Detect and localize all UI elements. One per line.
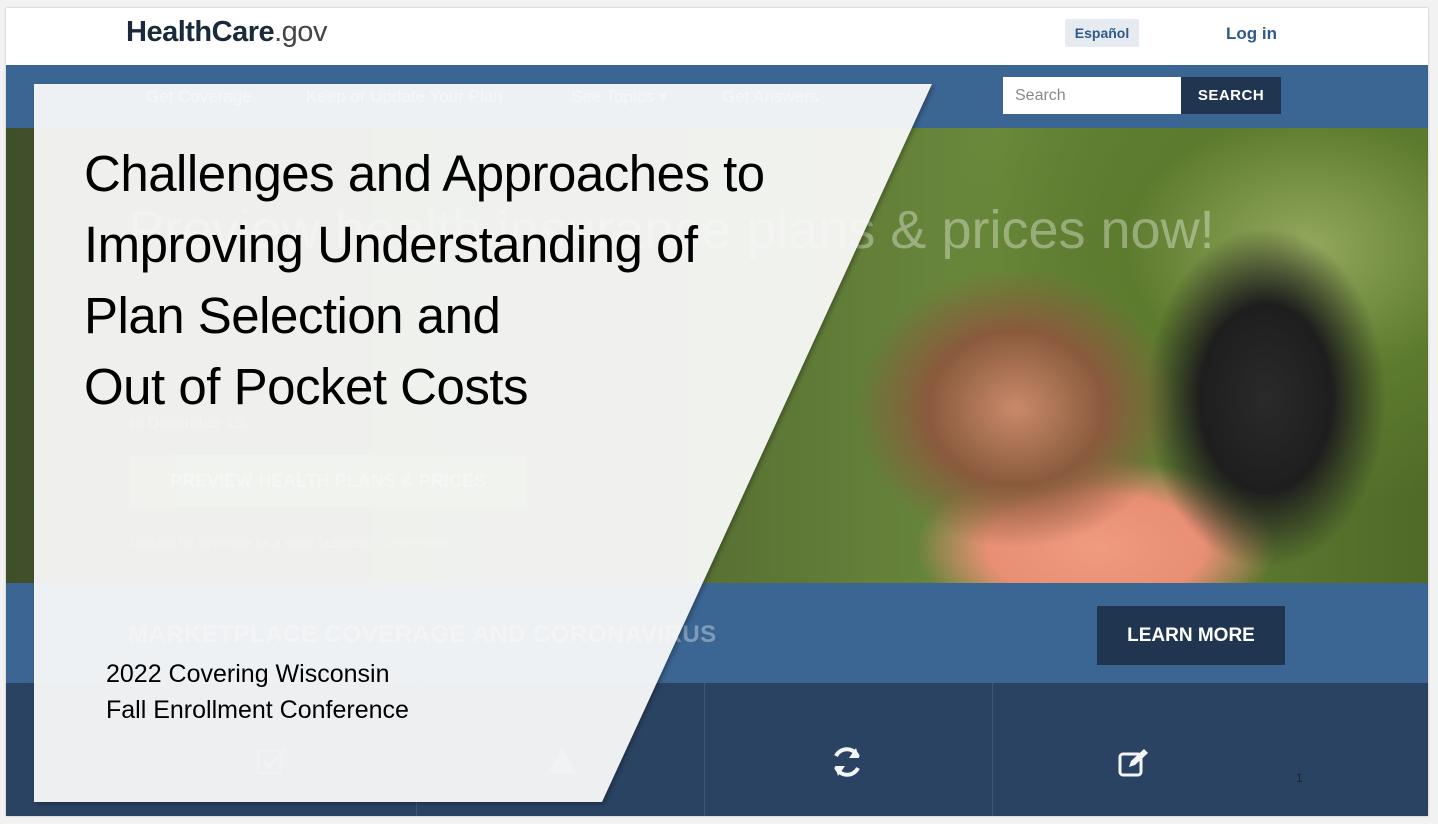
logo-text: HealthCare [126,16,275,48]
slide-title-line: Out of Pocket Costs [84,358,529,415]
main-navigation: Get Coverage Keep or Update Your Plan Se… [6,65,1428,128]
healthcare-gov-logo[interactable]: HealthCare.gov [126,16,327,49]
logo-suffix: .gov [274,16,327,48]
slide-title-line: Plan Selection and [84,287,501,344]
slide-number: 1 [1296,771,1303,785]
tile-log-in[interactable] [416,683,705,816]
small-business-link[interactable]: Looking for coverage for a small busines… [130,535,447,550]
tile-update[interactable] [704,683,993,816]
checkbox-icon [256,745,288,784]
refresh-icon [830,745,864,788]
preview-plans-button[interactable]: PREVIEW HEALTH PLANS & PRICES [130,455,526,507]
nav-item-get-coverage[interactable]: Get Coverage [146,87,252,107]
slide-subtitle-line: 2022 Covering Wisconsin [106,660,390,688]
espanol-button[interactable]: Español [1065,19,1139,47]
slide-subtitle-line: Fall Enrollment Conference [106,696,409,724]
slide-title: Challenges and Approaches to Improving U… [84,138,765,422]
search-input[interactable] [1003,77,1181,114]
apply-icon [544,745,580,784]
slide-title-line: Improving Understanding of [84,216,698,273]
tile-edit[interactable] [992,683,1280,816]
nav-item-see-topics[interactable]: See Topics ▾ [571,87,667,107]
slide-title-line: Challenges and Approaches to [84,145,765,202]
slide-subtitle: 2022 Covering Wisconsin Fall Enrollment … [106,656,409,728]
nav-item-keep-update-plan[interactable]: Keep or Update Your Plan [306,87,503,107]
slide-frame: HealthCare.gov Español Log in Get Covera… [6,8,1428,816]
search-button[interactable]: SEARCH [1181,77,1281,114]
edit-icon [1117,747,1151,788]
coronavirus-band-text: MARKETPLACE COVERAGE AND CORONAVIRUS [128,621,717,648]
nav-item-get-answers[interactable]: Get Answers [722,87,818,107]
learn-more-button[interactable]: LEARN MORE [1097,606,1285,665]
site-header: HealthCare.gov Español Log in [6,8,1428,65]
login-link[interactable]: Log in [1226,24,1277,44]
